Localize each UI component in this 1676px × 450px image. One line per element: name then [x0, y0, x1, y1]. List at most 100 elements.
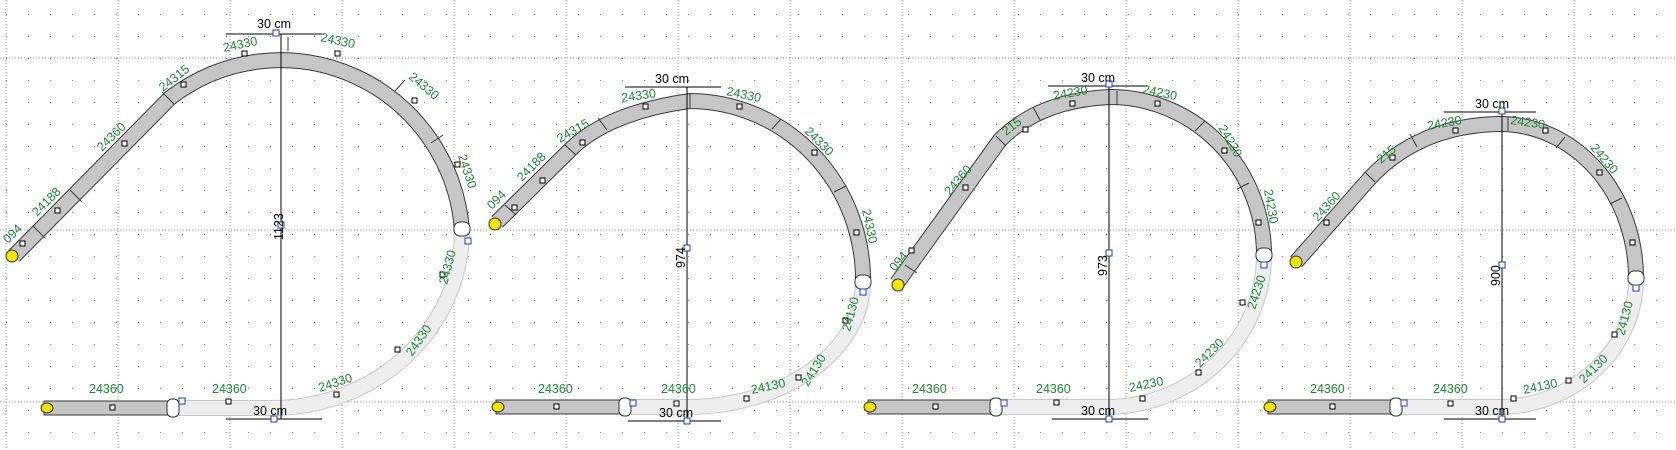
grid-dot	[732, 190, 733, 191]
grid-dot	[1568, 278, 1569, 279]
grid-dot	[1590, 388, 1591, 389]
grid-dot	[204, 190, 205, 191]
grid-dot	[710, 58, 711, 59]
grid-dot	[1436, 102, 1437, 103]
grid-dot	[930, 80, 931, 81]
grid-dot	[1260, 124, 1261, 125]
grid-dot	[1084, 366, 1085, 367]
layout-1-straight-track[interactable]	[43, 400, 175, 416]
grid-dot	[1656, 278, 1657, 279]
grid-dot	[1282, 234, 1283, 235]
grid-dot	[1128, 14, 1129, 15]
grid-dot	[358, 190, 359, 191]
grid-dot	[974, 234, 975, 235]
grid-dot	[996, 322, 997, 323]
grid-dot	[380, 388, 381, 389]
grid-dot	[94, 212, 95, 213]
grid-dot	[1062, 124, 1063, 125]
grid-dot	[468, 366, 469, 367]
grid-dot	[50, 14, 51, 15]
grid-dot	[380, 234, 381, 235]
grid-dot	[1128, 366, 1129, 367]
grid-dot	[908, 14, 909, 15]
grid-dot	[930, 278, 931, 279]
grid-dot	[270, 234, 271, 235]
grid-dot	[138, 278, 139, 279]
grid-dot	[842, 432, 843, 433]
grid-dot	[534, 36, 535, 37]
grid-dot	[1282, 190, 1283, 191]
grid-dot	[138, 146, 139, 147]
grid-dot	[424, 168, 425, 169]
grid-dot	[1194, 212, 1195, 213]
grid-dot	[1194, 58, 1195, 59]
layout-4-upper-track[interactable]	[1289, 115, 1644, 279]
grid-dot	[1370, 36, 1371, 37]
grid-dot	[1194, 168, 1195, 169]
grid-dot	[468, 300, 469, 301]
grid-dot	[468, 432, 469, 433]
layout-4-labels: 24360 215 24230 24230 24230 24130 24130 …	[1310, 97, 1636, 418]
grid-dot	[1612, 36, 1613, 37]
grid-dot	[402, 146, 403, 147]
grid-dot	[1414, 168, 1415, 169]
grid-dot	[1524, 212, 1525, 213]
grid-dot	[1238, 212, 1239, 213]
grid-dot	[622, 234, 623, 235]
grid-dot	[1172, 256, 1173, 257]
grid-dot	[160, 300, 161, 301]
grid-dot	[1150, 366, 1151, 367]
grid-dot	[1326, 80, 1327, 81]
grid-dot	[226, 322, 227, 323]
grid-dot	[578, 212, 579, 213]
grid-dot	[534, 58, 535, 59]
grid-dot	[424, 146, 425, 147]
layout-1-upper-track[interactable]	[8, 52, 470, 262]
grid-dot	[72, 432, 73, 433]
grid-dot	[182, 124, 183, 125]
grid-dot	[1326, 344, 1327, 345]
grid-dot	[72, 388, 73, 389]
grid-dot	[688, 278, 689, 279]
grid-dot	[358, 322, 359, 323]
grid-dot	[182, 58, 183, 59]
grid-dot	[1326, 124, 1327, 125]
grid-dot	[1326, 366, 1327, 367]
grid-dot	[622, 58, 623, 59]
grid-dot	[974, 124, 975, 125]
grid-dot	[1106, 124, 1107, 125]
grid-dot	[1436, 212, 1437, 213]
grid-dot	[6, 344, 7, 345]
grid-dot	[116, 278, 117, 279]
grid-dot	[358, 278, 359, 279]
grid-dot	[578, 190, 579, 191]
grid-dot	[798, 14, 799, 15]
grid-dot	[1150, 212, 1151, 213]
grid-dot	[776, 300, 777, 301]
grid-dot	[1084, 388, 1085, 389]
grid-dot	[732, 322, 733, 323]
grid-dot	[886, 102, 887, 103]
grid-dot	[226, 344, 227, 345]
grid-dot	[1414, 432, 1415, 433]
grid-dot	[116, 234, 117, 235]
grid-dot	[1568, 80, 1569, 81]
grid-dot	[1150, 124, 1151, 125]
grid-dot	[6, 146, 7, 147]
grid-dot	[204, 278, 205, 279]
grid-dot	[974, 322, 975, 323]
grid-dot	[1546, 278, 1547, 279]
grid-dot	[1106, 58, 1107, 59]
grid-dot	[1480, 388, 1481, 389]
grid-dot	[94, 432, 95, 433]
grid-dot	[1260, 322, 1261, 323]
grid-dot	[204, 300, 205, 301]
grid-dot	[1392, 212, 1393, 213]
grid-dot	[402, 80, 403, 81]
layout-2-straight-track[interactable]	[495, 399, 627, 415]
grid-dot	[1590, 300, 1591, 301]
grid-dot	[358, 432, 359, 433]
grid-dot	[468, 322, 469, 323]
grid-dot	[248, 80, 249, 81]
grid-dot	[644, 388, 645, 389]
